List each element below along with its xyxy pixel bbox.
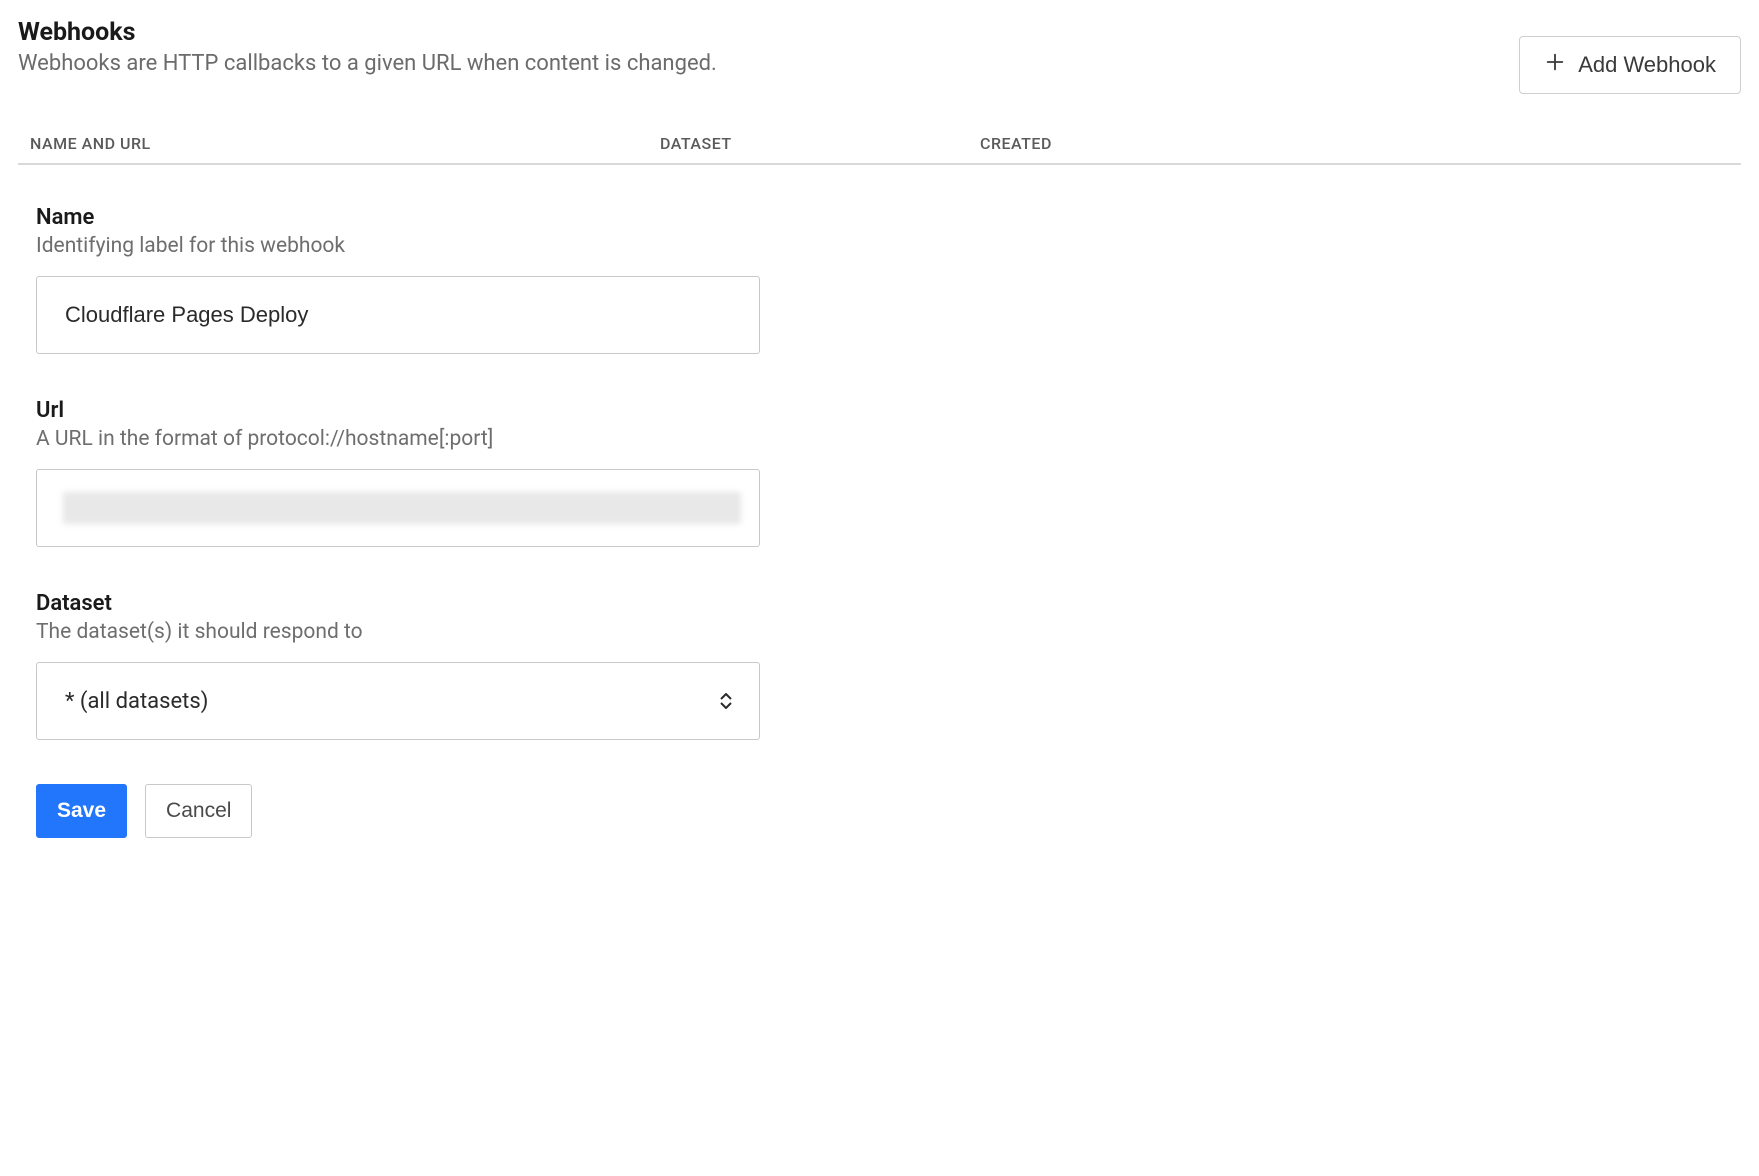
name-help: Identifying label for this webhook (36, 234, 780, 258)
url-input[interactable] (36, 469, 760, 547)
save-button[interactable]: Save (36, 784, 127, 838)
page-title: Webhooks (18, 18, 1519, 47)
redacted-content (63, 492, 741, 524)
page-subtitle: Webhooks are HTTP callbacks to a given U… (18, 51, 1519, 76)
url-help: A URL in the format of protocol://hostna… (36, 427, 780, 451)
plus-icon (1544, 51, 1566, 79)
url-field-group: Url A URL in the format of protocol://ho… (36, 398, 780, 547)
table-header-row: NAME AND URL DATASET CREATED (18, 124, 1741, 165)
column-header-dataset: DATASET (660, 134, 980, 153)
column-header-created: CREATED (980, 134, 1729, 153)
webhook-form: Name Identifying label for this webhook … (18, 165, 798, 838)
page-header: Webhooks Webhooks are HTTP callbacks to … (18, 18, 1741, 94)
dataset-field-group: Dataset The dataset(s) it should respond… (36, 591, 780, 740)
dataset-select[interactable]: * (all datasets) (36, 662, 760, 740)
cancel-button[interactable]: Cancel (145, 784, 252, 838)
column-header-name-url: NAME AND URL (30, 134, 660, 153)
name-label: Name (36, 205, 780, 230)
dataset-label: Dataset (36, 591, 780, 616)
dataset-help: The dataset(s) it should respond to (36, 620, 780, 644)
url-label: Url (36, 398, 780, 423)
chevron-updown-icon (719, 693, 733, 709)
dataset-selected-value: * (all datasets) (65, 689, 208, 714)
name-input[interactable] (36, 276, 760, 354)
form-actions: Save Cancel (36, 784, 780, 838)
add-webhook-label: Add Webhook (1578, 52, 1716, 78)
name-field-group: Name Identifying label for this webhook (36, 205, 780, 354)
add-webhook-button[interactable]: Add Webhook (1519, 36, 1741, 94)
